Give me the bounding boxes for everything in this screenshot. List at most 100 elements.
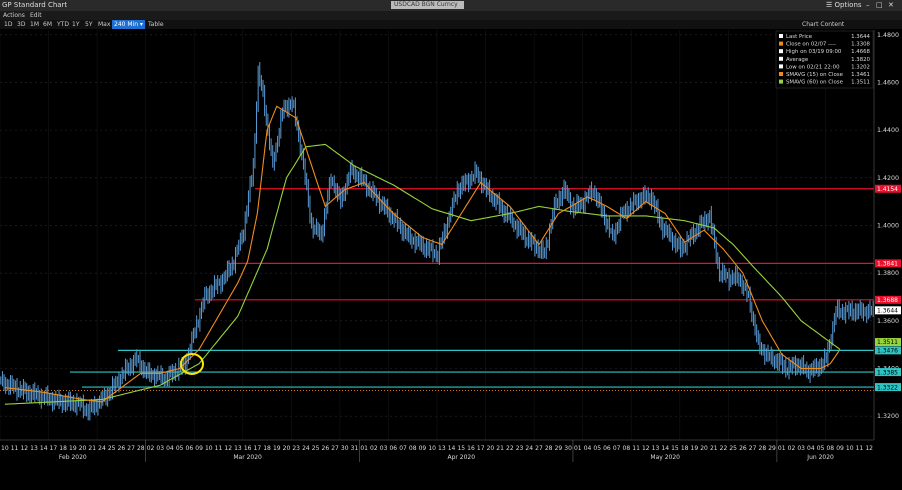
range-ytd[interactable]: YTD	[57, 20, 69, 29]
x-tick-label: 07	[399, 445, 407, 452]
toolbar: Actions Edit	[0, 11, 902, 20]
x-tick-label: 05	[817, 445, 825, 452]
x-tick-label: 30	[564, 445, 572, 452]
x-tick-label: 03	[797, 445, 805, 452]
legend-swatch	[779, 64, 783, 69]
x-tick-label: 03	[156, 445, 164, 452]
x-month-label: Jun 2020	[806, 454, 834, 461]
chart-content-button[interactable]: Chart Content	[802, 20, 844, 29]
x-tick-label: 14	[40, 445, 48, 452]
x-tick-label: 18	[59, 445, 67, 452]
x-tick-label: 25	[729, 445, 737, 452]
legend-label: Last Price	[786, 34, 813, 40]
x-tick-label: 14	[448, 445, 456, 452]
x-tick-label: 17	[477, 445, 485, 452]
x-tick-label: 25	[108, 445, 116, 452]
legend-swatch	[779, 56, 783, 61]
y-tick-label: 1.4200	[877, 175, 899, 182]
y-tick-label: 1.4800	[877, 32, 899, 39]
x-month-label: Apr 2020	[447, 454, 475, 461]
legend-swatch	[779, 34, 783, 38]
range-3d[interactable]: 3D	[17, 20, 25, 29]
x-tick-label: 05	[593, 445, 601, 452]
hline-value-label: 1.4154	[877, 186, 898, 193]
options-label: Options	[834, 1, 862, 9]
range-1y[interactable]: 1Y	[72, 20, 79, 29]
x-month-label: Mar 2020	[233, 454, 262, 461]
x-tick-label: 15	[457, 445, 465, 452]
x-tick-label: 21	[496, 445, 504, 452]
price-value-label: 1.3511	[877, 339, 898, 346]
maximize-icon[interactable]: □	[876, 0, 883, 11]
edit-menu[interactable]: Edit	[30, 11, 42, 20]
price-value-label: 1.3644	[877, 308, 898, 315]
legend-label: Average	[786, 57, 809, 63]
x-tick-label: 10	[846, 445, 854, 452]
x-tick-label: 02	[370, 445, 378, 452]
legend-value: 1.3308	[851, 42, 870, 48]
x-tick-label: 29	[555, 445, 563, 452]
range-5y[interactable]: 5Y	[85, 20, 92, 29]
x-tick-label: 18	[263, 445, 271, 452]
x-tick-label: 13	[652, 445, 660, 452]
x-tick-label: 13	[438, 445, 446, 452]
x-tick-label: 22	[506, 445, 514, 452]
x-tick-label: 04	[807, 445, 815, 452]
legend-swatch	[779, 49, 783, 54]
options-button[interactable]: ☰ Options	[826, 0, 862, 11]
table-button[interactable]: Table	[148, 20, 164, 29]
x-tick-label: 31	[351, 445, 359, 452]
legend-label: High on 03/19 09:00	[786, 49, 842, 55]
y-tick-label: 1.3800	[877, 270, 899, 277]
actions-menu[interactable]: Actions	[3, 11, 25, 20]
x-tick-label: 11	[856, 445, 864, 452]
x-tick-label: 13	[30, 445, 38, 452]
x-tick-label: 21	[88, 445, 96, 452]
x-tick-label: 29	[768, 445, 776, 452]
legend-value: 1.3820	[851, 57, 870, 63]
x-tick-label: 20	[487, 445, 495, 452]
window-title: GP Standard Chart	[2, 1, 68, 9]
x-tick-label: 14	[661, 445, 669, 452]
x-tick-label: 01	[574, 445, 582, 452]
range-1m[interactable]: 1M	[30, 20, 39, 29]
range-1d[interactable]: 1D	[4, 20, 12, 29]
x-tick-label: 19	[273, 445, 281, 452]
range-bar: 1D 3D 1M 6M YTD 1Y 5Y Max 240 Min ▾ Table Chart Co…	[0, 20, 902, 29]
x-tick-label: 26	[739, 445, 747, 452]
x-tick-label: 18	[681, 445, 689, 452]
x-tick-label: 25	[312, 445, 320, 452]
x-month-label: Feb 2020	[59, 454, 87, 461]
legend-label: Low on 02/21 22:00	[786, 64, 840, 70]
y-axis-background	[874, 30, 902, 440]
legend-value: 1.4668	[851, 49, 870, 55]
range-max[interactable]: Max	[98, 20, 110, 29]
x-tick-label: 19	[69, 445, 77, 452]
x-tick-label: 19	[691, 445, 699, 452]
y-axis: 1.4800 1.4600 1.4400 1.4200 1.4000 1.3800 1.36…	[873, 30, 902, 440]
x-tick-label: 23	[516, 445, 524, 452]
ticker-field[interactable]: USDCAD BGN Curncy	[391, 1, 464, 9]
legend-value: 1.3511	[851, 80, 870, 86]
x-tick-label: 13	[234, 445, 242, 452]
x-tick-label: 06	[389, 445, 397, 452]
price-chart[interactable]: 1.4800 1.4600 1.4400 1.4200 1.4000 1.3800 1.36…	[0, 0, 902, 490]
range-6m[interactable]: 6M	[43, 20, 52, 29]
x-tick-label: 24	[302, 445, 310, 452]
x-tick-label: 09	[419, 445, 427, 452]
x-tick-label: 28	[759, 445, 767, 452]
y-tick-label: 1.3600	[877, 318, 899, 325]
interval-dropdown[interactable]: 240 Min ▾	[112, 20, 145, 29]
x-tick-label: 12	[865, 445, 873, 452]
x-tick-label: 30	[341, 445, 349, 452]
x-tick-label: 27	[331, 445, 339, 452]
x-tick-label: 27	[127, 445, 135, 452]
close-icon[interactable]: ✕	[888, 0, 894, 11]
legend-label: Close on 02/07 ----	[786, 42, 836, 48]
x-tick-label: 11	[11, 445, 19, 452]
title-bar: GP Standard Chart USDCAD BGN Curncy ☰ Op…	[0, 0, 902, 11]
minimize-icon[interactable]: –	[866, 0, 870, 11]
x-tick-label: 05	[176, 445, 184, 452]
legend-value: 1.3644	[851, 34, 870, 40]
x-tick-label: 06	[186, 445, 194, 452]
